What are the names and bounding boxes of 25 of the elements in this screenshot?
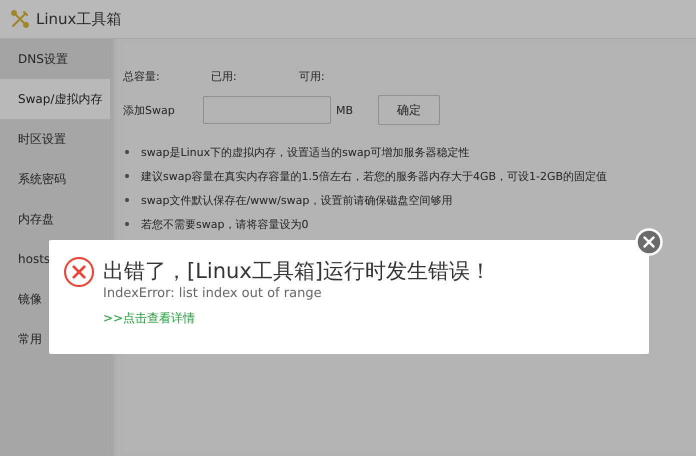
form-label: 添加Swap <box>123 102 176 118</box>
bullet-icon <box>125 198 129 202</box>
bullet-icon <box>125 150 129 154</box>
window-title: Linux工具箱 <box>36 10 122 28</box>
error-title: 出错了，[Linux工具箱]运行时发生错误！ <box>103 258 491 285</box>
tools-icon <box>10 9 30 29</box>
sidebar-item[interactable]: 内存盘 <box>0 199 110 239</box>
error-message: IndexError: list index out of range <box>103 286 322 302</box>
stat-label: 已用: <box>211 68 238 84</box>
swap-size-input[interactable] <box>203 96 331 124</box>
sidebar-item[interactable]: 时区设置 <box>0 119 110 159</box>
unit-label: MB <box>336 104 354 116</box>
bullet-icon <box>125 174 129 178</box>
note-text: swap是Linux下的虚拟内存，设置适当的swap可增加服务器稳定性 <box>141 144 470 160</box>
confirm-button[interactable]: 确定 <box>378 95 440 125</box>
error-icon <box>63 256 95 288</box>
stat-label: 总容量: <box>123 68 161 84</box>
sidebar-item[interactable]: 系统密码 <box>0 159 110 199</box>
close-icon[interactable] <box>635 228 663 256</box>
note-text: 建议swap容量在真实内存容量的1.5倍左右，若您的服务器内存大于4GB，可设1-2GB的固定值 <box>141 168 608 184</box>
note-text: 若您不需要swap，请将容量设为0 <box>141 216 308 232</box>
sidebar-item[interactable]: Swap/虚拟内存 <box>0 79 110 119</box>
stat-label: 可用: <box>299 68 326 84</box>
bullet-icon <box>125 222 129 226</box>
note-text: swap文件默认保存在/www/swap，设置前请确保磁盘空间够用 <box>141 192 452 208</box>
